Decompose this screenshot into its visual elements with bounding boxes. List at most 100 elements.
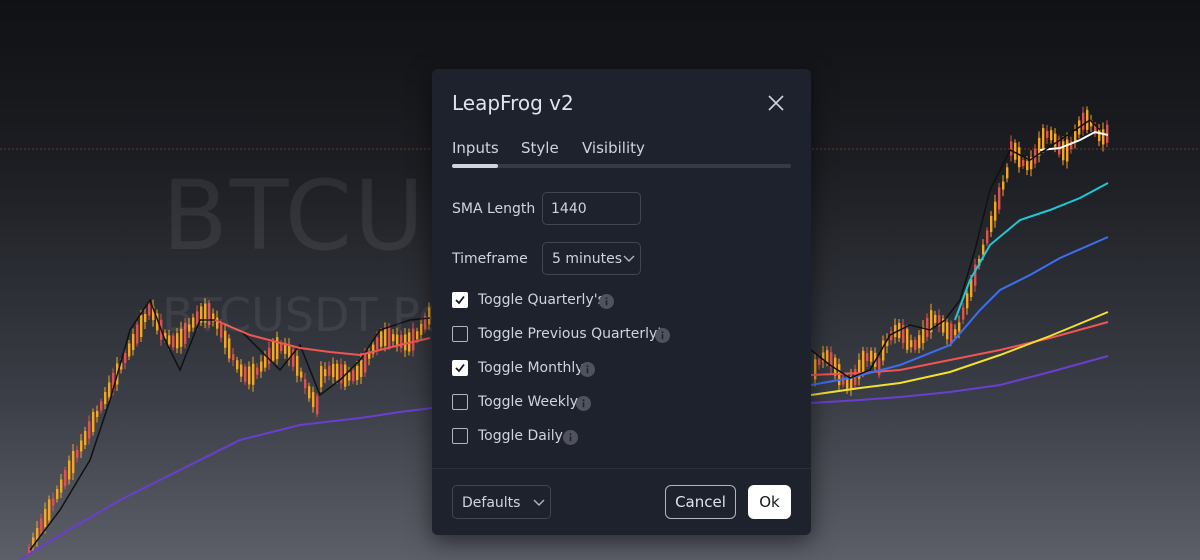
candle-body [1046,130,1049,138]
candle-body [108,382,111,398]
candle-body [132,334,135,350]
info-icon[interactable] [576,396,591,411]
candle-body [910,340,913,348]
candle-body [348,372,351,381]
candle-body [236,360,239,370]
chevron-down-icon [533,499,545,506]
checkbox-daily[interactable] [452,428,468,444]
candle-body [272,341,275,361]
candle-body [818,358,821,365]
candle-body [140,315,143,337]
candle-body [64,470,67,486]
footer-divider [432,468,811,469]
candle-body [966,293,969,309]
candle-body [958,322,961,332]
candle-body [914,339,917,350]
candle-body [962,307,965,320]
indicator-settings-dialog: LeapFrog v2 Inputs Style Visibility SMA … [432,69,811,535]
candle-body [316,396,319,415]
candle-body [244,366,247,382]
candle-body [300,371,303,378]
toggle-monthly-label: Toggle Monthly [478,360,584,376]
candle-body [1066,139,1069,162]
info-icon[interactable] [655,328,670,343]
candle-body [1014,142,1017,160]
candle-body [76,450,79,458]
candle-body [232,354,235,361]
candle-body [268,347,271,364]
candle-body [256,367,259,375]
candle-body [1074,131,1077,143]
purple-line-left [19,407,433,560]
candle-body [982,244,985,255]
candle-body [352,370,355,382]
defaults-label: Defaults [462,495,521,511]
checkbox-weekly[interactable] [452,394,468,410]
candle-body [72,451,75,473]
toggle-daily-label: Toggle Daily [478,428,563,444]
sma-length-label: SMA Length [452,201,536,217]
cyan-line-right [954,182,1109,321]
candle-body [862,350,865,373]
candle-body [324,369,327,377]
candle-body [104,392,107,404]
candle-body [994,201,997,221]
checkbox-quarterly[interactable] [452,292,468,308]
timeframe-select[interactable]: 5 minutes [542,242,641,275]
ok-button[interactable]: Ok [748,485,791,519]
candle-body [990,216,993,232]
candle-body [986,230,989,244]
candle-body [92,412,95,432]
candle-body [148,304,151,316]
candle-body [100,401,103,411]
candle-body [950,323,953,344]
toggle-previous-quarterly-label: Toggle Previous Quarterly's [478,326,669,342]
tab-inputs[interactable]: Inputs [452,139,499,157]
candle-body [68,460,71,480]
candle-body [48,499,51,521]
candle-body [260,361,263,372]
close-button[interactable] [764,91,788,115]
candle-body [56,489,59,499]
timeframe-value: 5 minutes [552,251,623,267]
info-icon[interactable] [599,294,614,309]
toggle-weekly-label: Toggle Weekly [478,394,578,410]
tab-style[interactable]: Style [521,139,559,157]
info-icon[interactable] [563,430,578,445]
candle-body [998,187,1001,210]
checkmark-icon [455,363,465,373]
candle-body [866,352,869,361]
candle-body [926,317,929,337]
defaults-dropdown[interactable]: Defaults [452,485,551,519]
candle-body [96,411,99,417]
cancel-button[interactable]: Cancel [665,485,736,519]
candle-body [336,363,339,380]
candle-body [1082,112,1085,130]
checkbox-previous-quarterly[interactable] [452,326,468,342]
candle-body [1042,128,1045,150]
candle-body [1010,141,1013,156]
active-tab-indicator [452,164,498,168]
candle-body [356,365,359,380]
candle-body [320,366,323,388]
toggle-quarterly-label: Toggle Quarterly's [478,292,605,308]
tab-visibility[interactable]: Visibility [582,139,645,157]
sma-length-input[interactable] [542,192,641,225]
candle-body [296,355,299,376]
candle-body [882,340,885,361]
candle-body [364,352,367,373]
candle-body [308,386,311,399]
tab-track [452,164,791,168]
candle-body [906,328,909,350]
candle-body [946,322,949,340]
candle-body [1006,167,1009,179]
checkbox-monthly[interactable] [452,360,468,376]
dialog-title: LeapFrog v2 [452,91,574,115]
candle-body [44,509,47,527]
candle-body [1086,109,1089,130]
candle-body [894,325,897,338]
chevron-down-icon [623,255,635,262]
candle-body [240,364,243,377]
candle-body [84,431,87,445]
info-icon[interactable] [580,362,595,377]
